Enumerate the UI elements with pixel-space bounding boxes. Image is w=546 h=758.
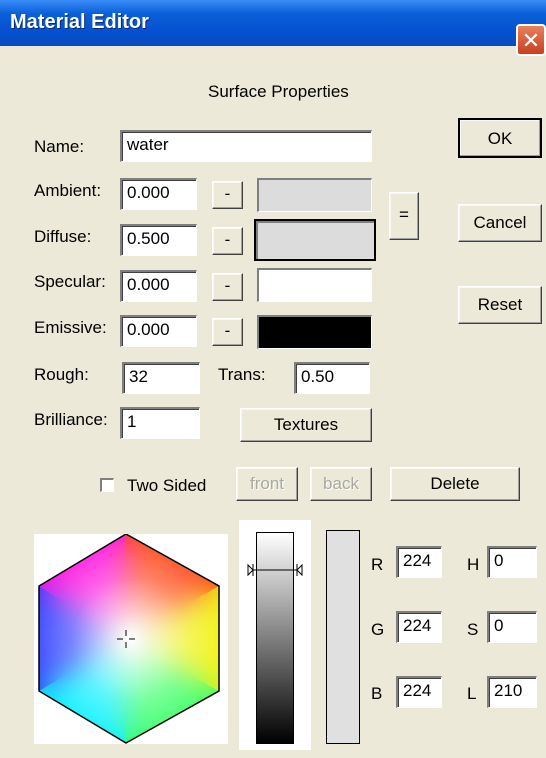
l-label: L	[467, 684, 477, 703]
diffuse-label: Diffuse:	[34, 227, 92, 246]
g-input[interactable]: 224	[396, 611, 442, 643]
name-input[interactable]: water	[120, 130, 372, 162]
hue-hexagon[interactable]	[34, 533, 228, 744]
r-label: R	[371, 555, 384, 574]
emissive-input[interactable]: 0.000	[120, 315, 197, 347]
two-sided-checkbox[interactable]	[100, 478, 114, 492]
close-button[interactable]: ✕	[516, 24, 546, 56]
equal-button[interactable]: =	[389, 192, 419, 240]
emissive-label: Emissive:	[34, 318, 107, 337]
trans-label: Trans:	[218, 365, 266, 384]
name-label: Name:	[34, 137, 85, 156]
reset-button[interactable]: Reset	[458, 286, 542, 324]
color-preview	[326, 530, 360, 744]
diffuse-color-swatch[interactable]	[254, 219, 376, 261]
b-input[interactable]: 224	[396, 676, 442, 708]
specular-label: Specular:	[34, 272, 106, 291]
luminance-marker-icon[interactable]	[239, 562, 311, 578]
r-input[interactable]: 224	[396, 546, 442, 578]
cancel-button[interactable]: Cancel	[458, 204, 542, 242]
ambient-color-swatch[interactable]	[257, 178, 372, 212]
diffuse-pick-button[interactable]: -	[212, 227, 243, 255]
brilliance-input[interactable]: 1	[120, 407, 200, 439]
specular-input[interactable]: 0.000	[120, 270, 197, 302]
two-sided-label: Two Sided	[127, 476, 207, 495]
delete-button[interactable]: Delete	[390, 467, 520, 501]
emissive-color-swatch[interactable]	[257, 315, 372, 349]
rough-input[interactable]: 32	[122, 362, 200, 394]
close-icon: ✕	[521, 28, 541, 53]
h-input[interactable]: 0	[487, 546, 537, 578]
brilliance-label: Brilliance:	[34, 410, 108, 429]
specular-pick-button[interactable]: -	[212, 273, 243, 301]
luminance-slider-panel[interactable]	[239, 520, 311, 750]
rough-label: Rough:	[34, 365, 89, 384]
front-button[interactable]: front	[236, 467, 298, 501]
ambient-label: Ambient:	[34, 181, 102, 200]
specular-color-swatch[interactable]	[257, 268, 372, 302]
ambient-input[interactable]: 0.000	[120, 178, 197, 210]
ok-button[interactable]: OK	[458, 118, 542, 158]
section-heading: Surface Properties	[208, 82, 349, 101]
s-input[interactable]: 0	[487, 611, 537, 643]
textures-button[interactable]: Textures	[240, 408, 372, 442]
window-title: Material Editor	[10, 11, 149, 33]
trans-input[interactable]: 0.50	[294, 362, 370, 394]
color-wheel-panel[interactable]	[34, 533, 228, 744]
s-label: S	[467, 620, 479, 639]
h-label: H	[467, 555, 480, 574]
diffuse-input[interactable]: 0.500	[120, 224, 197, 256]
g-label: G	[371, 620, 385, 639]
emissive-pick-button[interactable]: -	[212, 318, 243, 346]
ambient-pick-button[interactable]: -	[212, 181, 243, 209]
l-input[interactable]: 210	[487, 676, 537, 708]
back-button[interactable]: back	[310, 467, 372, 501]
b-label: B	[371, 684, 383, 703]
title-bar: Material Editor	[0, 0, 546, 46]
